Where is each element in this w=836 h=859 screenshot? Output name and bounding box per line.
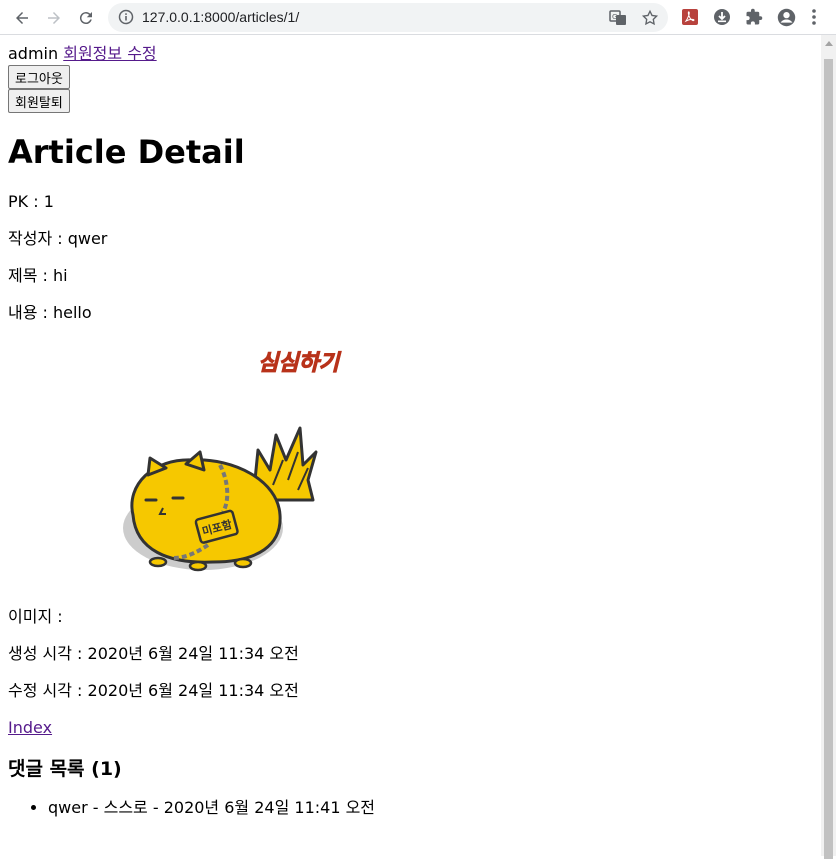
comment-item: qwer - 스스로 - 2020년 6월 24일 11:41 오전 xyxy=(48,798,816,818)
image-logo-text: 심심하기 xyxy=(258,351,342,376)
scroll-up-arrow-icon[interactable] xyxy=(825,41,833,46)
article-pk: PK : 1 xyxy=(8,192,54,211)
back-icon[interactable] xyxy=(10,6,34,30)
article-author: 작성자 : qwer xyxy=(8,229,108,248)
extensions-puzzle-icon[interactable] xyxy=(745,8,763,26)
article-image: 심심하기 미포함 xyxy=(8,340,368,590)
browser-toolbar: 127.0.0.1:8000/articles/1/ G xyxy=(0,0,836,35)
reload-icon[interactable] xyxy=(74,6,98,30)
logout-button[interactable]: 로그아웃 xyxy=(8,65,70,89)
download-extension-icon[interactable] xyxy=(713,8,731,26)
image-caption: 이미지 : xyxy=(8,607,63,626)
index-link[interactable]: Index xyxy=(8,718,52,737)
created-time: 생성 시각 : 2020년 6월 24일 11:34 오전 xyxy=(8,644,299,663)
updated-time: 수정 시각 : 2020년 6월 24일 11:34 오전 xyxy=(8,681,299,700)
article-content: 내용 : hello xyxy=(8,303,92,322)
svg-text:G: G xyxy=(612,13,617,21)
comments-heading: 댓글 목록 (1) xyxy=(8,758,122,780)
translate-icon[interactable]: G xyxy=(609,9,627,27)
bookmark-star-icon[interactable] xyxy=(641,9,659,27)
page-content: admin 회원정보 수정 로그아웃 회원탈퇴 Article Detail P… xyxy=(8,44,816,818)
profile-avatar-icon[interactable] xyxy=(777,8,796,27)
comments-list: qwer - 스스로 - 2020년 6월 24일 11:41 오전 xyxy=(8,798,816,818)
article-title: 제목 : hi xyxy=(8,266,68,285)
pdf-extension-icon[interactable] xyxy=(681,8,699,26)
menu-kebab-icon[interactable] xyxy=(809,8,819,26)
scroll-thumb[interactable] xyxy=(824,59,833,859)
info-icon[interactable] xyxy=(118,9,134,25)
username: admin xyxy=(8,44,59,63)
page-title: Article Detail xyxy=(8,133,245,171)
address-bar[interactable]: 127.0.0.1:8000/articles/1/ G xyxy=(108,3,668,32)
forward-icon[interactable] xyxy=(42,6,66,30)
edit-profile-link[interactable]: 회원정보 수정 xyxy=(63,44,156,63)
withdraw-button[interactable]: 회원탈퇴 xyxy=(8,89,70,113)
vertical-scrollbar[interactable] xyxy=(821,35,836,859)
user-bar: admin 회원정보 수정 xyxy=(8,44,816,65)
url-text[interactable]: 127.0.0.1:8000/articles/1/ xyxy=(142,9,299,25)
